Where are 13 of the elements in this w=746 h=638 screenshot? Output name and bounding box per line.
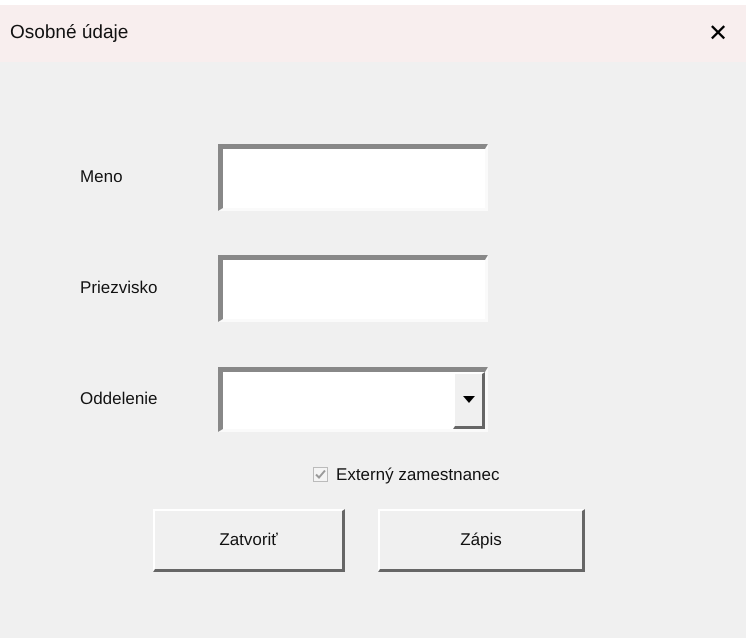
- dialog-button[interactable]: Zatvoriť: [153, 508, 345, 572]
- dropdown-button[interactable]: [453, 372, 485, 428]
- text-field[interactable]: [218, 144, 488, 210]
- text-field[interactable]: [218, 254, 488, 322]
- field-label: Meno: [79, 166, 124, 188]
- checkbox-label: Externý zamestnanec: [336, 464, 500, 486]
- dialog-button[interactable]: Zápis: [378, 508, 585, 572]
- window-title: Osobné údaje: [10, 21, 128, 46]
- dropdown-field[interactable]: [218, 366, 488, 432]
- field-label: Priezvisko: [79, 277, 158, 300]
- caret-icon: [462, 396, 474, 403]
- field-label: Oddelenie: [79, 388, 159, 410]
- close-button[interactable]: ✕: [704, 20, 732, 48]
